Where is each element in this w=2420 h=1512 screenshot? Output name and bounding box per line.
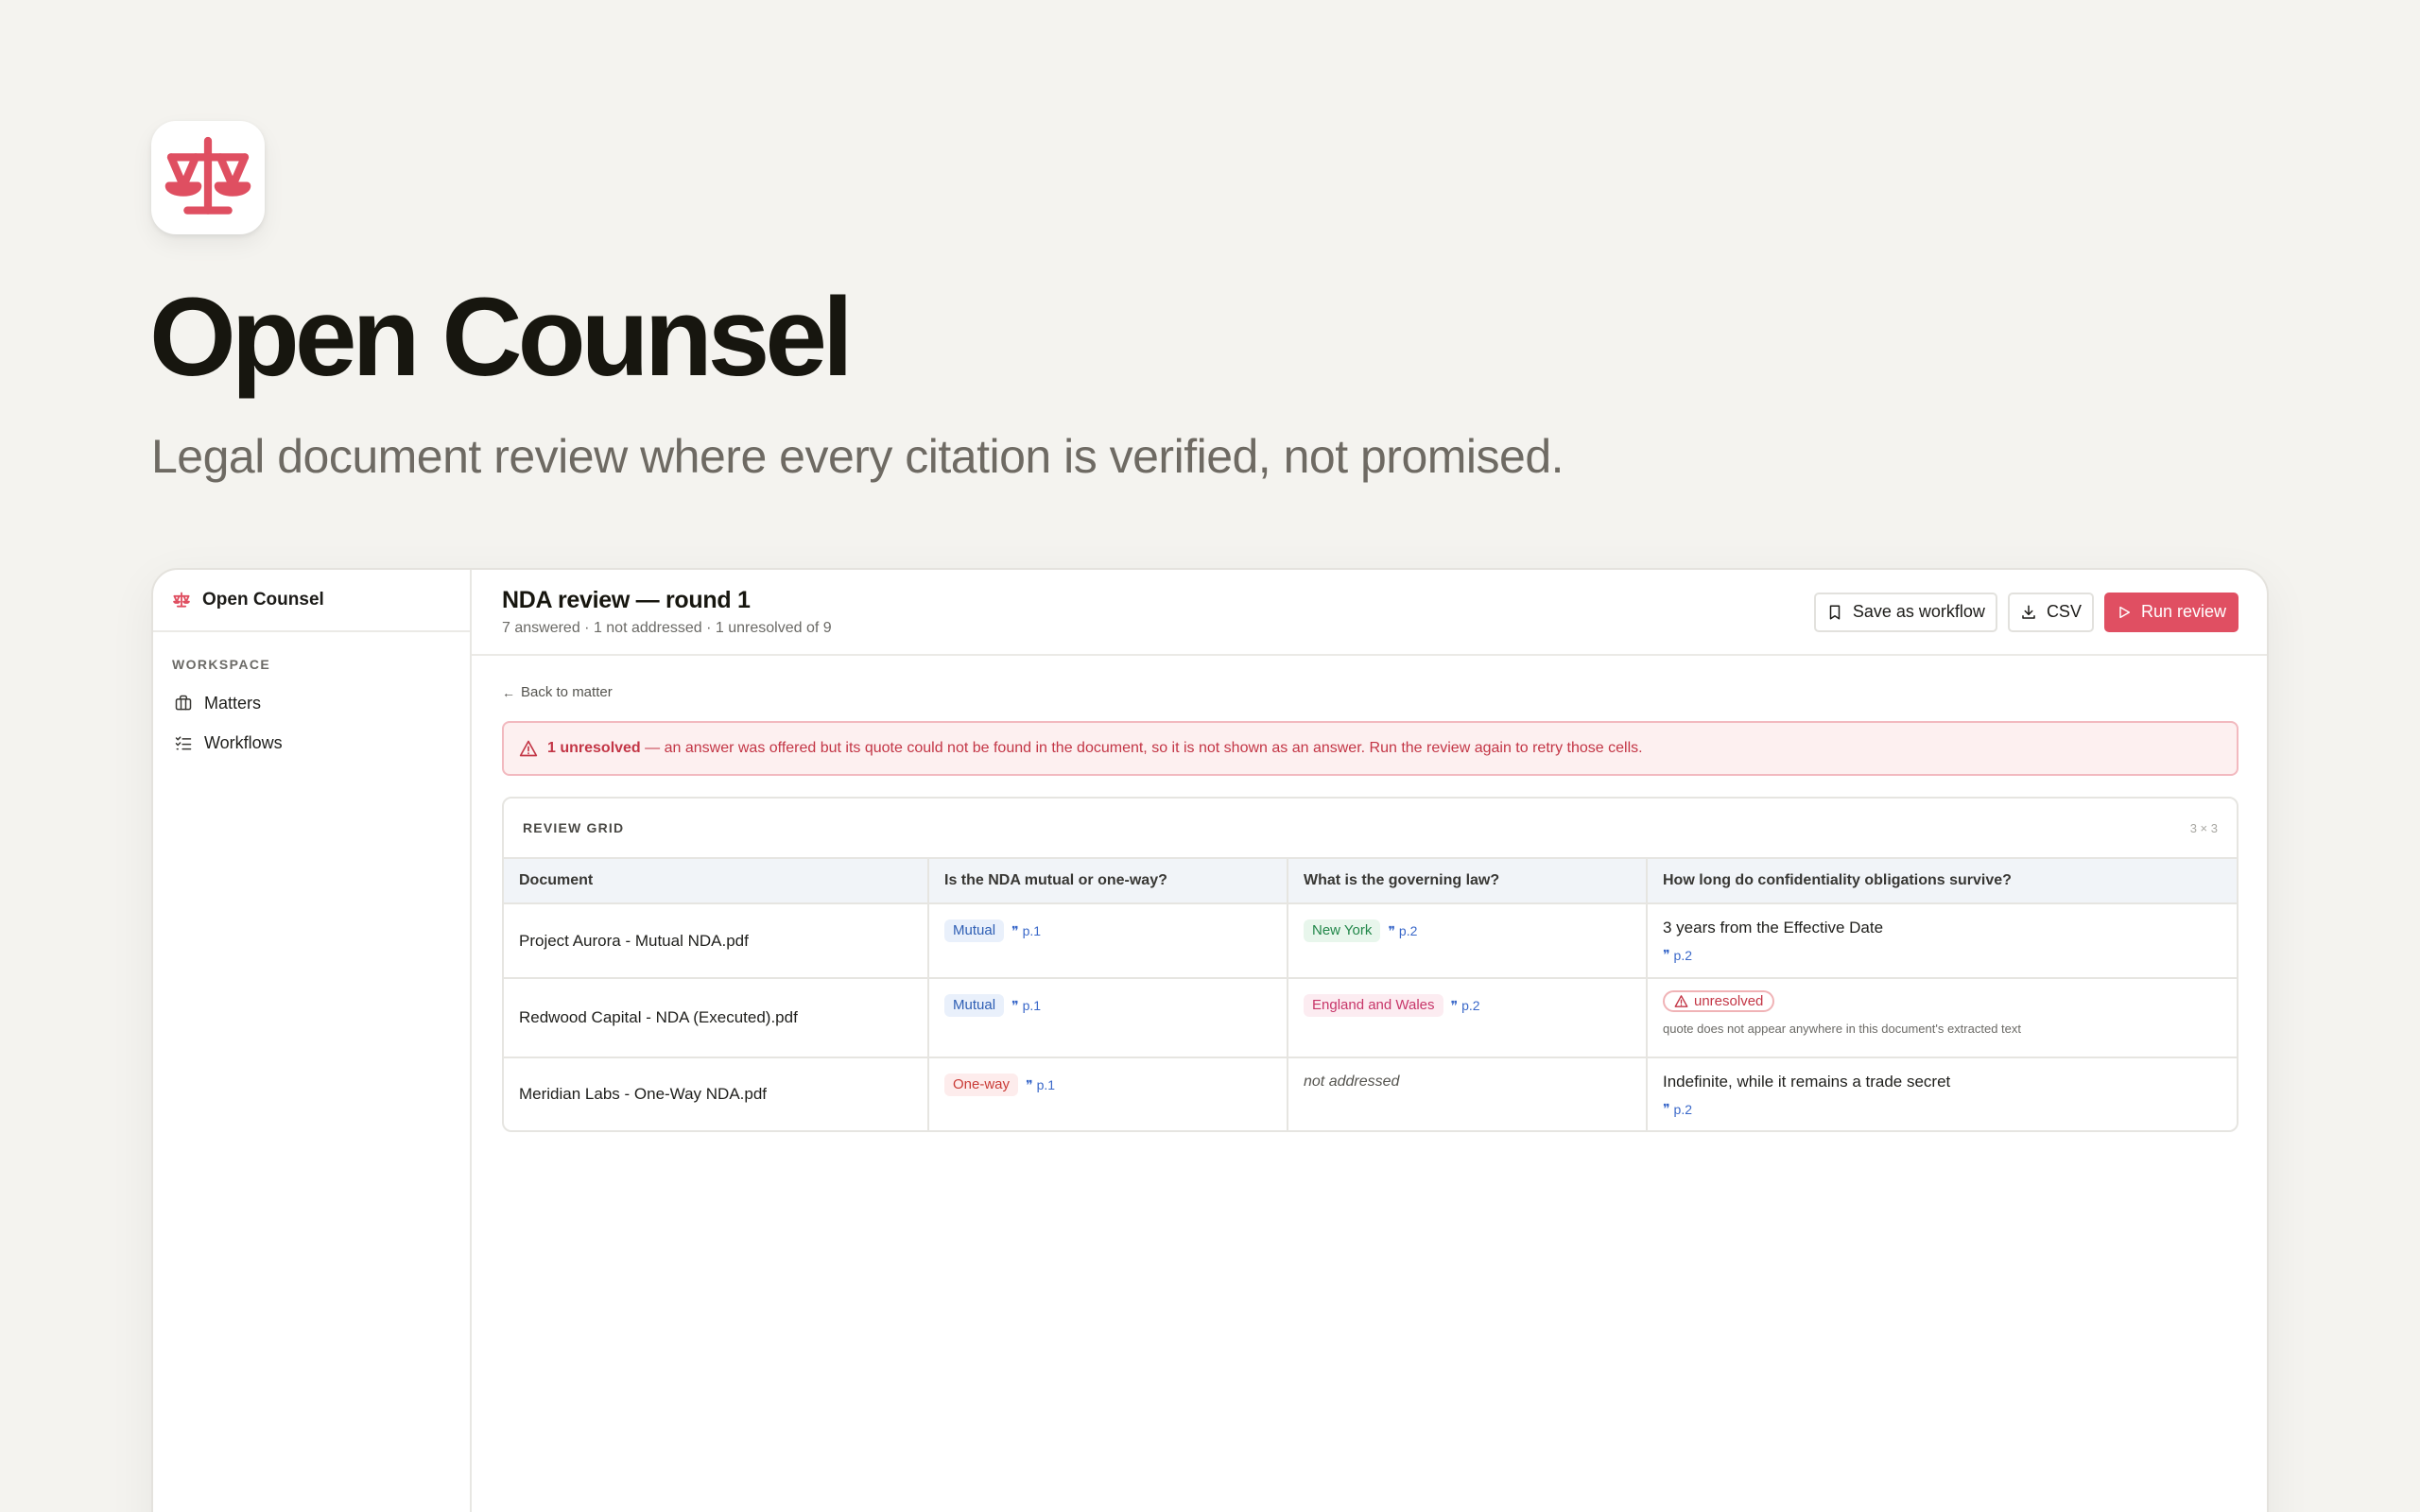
unresolved-alert: 1 unresolved — an answer was offered but… [502,721,2238,776]
page-title: NDA review — round 1 [502,587,751,613]
save-as-workflow-button[interactable]: Save as workflow [1813,592,1997,632]
checklist-icon [175,736,192,750]
citation-page: p.2 [1673,1101,1693,1117]
citation-link[interactable]: ❞ p.2 [1451,998,1480,1014]
citation-page: p.1 [1022,998,1042,1013]
answer-cell[interactable]: unresolved quote does not appear anywher… [1647,977,2237,1057]
arrow-left-icon: ← [502,684,515,700]
citation-link[interactable]: ❞ p.2 [1388,923,1417,939]
column-header-mutual: Is the NDA mutual or one-way? [928,857,1288,903]
unresolved-badge[interactable]: unresolved [1663,990,1775,1012]
citation-link[interactable]: ❞ p.1 [1011,923,1041,939]
sidebar-brand[interactable]: Open Counsel [153,570,470,632]
run-review-button[interactable]: Run review [2103,592,2238,632]
document-name-cell[interactable]: Meridian Labs - One-Way NDA.pdf [504,1057,929,1130]
sidebar: Open Counsel WORKSPACE Matters Workflows [153,570,472,1512]
csv-export-button[interactable]: CSV [2007,592,2094,632]
not-addressed-text: not addressed [1304,1074,1400,1090]
header-actions: Save as workflow CSV Run review [1813,592,2238,632]
answer-cell[interactable]: Mutual ❞ p.1 [928,902,1288,978]
back-to-matter-link[interactable]: ← Back to matter [502,684,2238,700]
answer-text: 3 years from the Effective Date [1663,919,1884,936]
unresolved-note: quote does not appear anywhere in this d… [1663,1022,2021,1036]
main-panel: NDA review — round 1 7 answered · 1 not … [472,570,2267,1512]
citation-page: p.2 [1461,998,1480,1013]
main-header: NDA review — round 1 7 answered · 1 not … [472,570,2267,656]
hero-title: Open Counsel [149,275,854,400]
bookmark-icon [1829,605,1841,619]
table-row: Meridian Labs - One-Way NDA.pdf One-way … [504,1057,2237,1130]
column-header-governing-law: What is the governing law? [1288,857,1648,903]
review-grid-table: Document Is the NDA mutual or one-way? W… [504,857,2237,1130]
alert-text: — an answer was offered but its quote co… [640,740,1643,756]
citation-link[interactable]: ❞ p.2 [1663,947,1692,963]
save-as-workflow-label: Save as workflow [1852,602,1985,621]
answer-tag: Mutual [944,994,1005,1017]
answer-cell[interactable]: Indefinite, while it remains a trade sec… [1647,1057,2237,1130]
sidebar-item-workflows[interactable]: Workflows [153,723,470,763]
review-grid-dims: 3 × 3 [2189,820,2218,835]
answer-tag: One-way [944,1074,1019,1096]
play-icon [2119,606,2131,618]
app-window: Open Counsel WORKSPACE Matters Workflows… [151,568,2269,1512]
table-row: Redwood Capital - NDA (Executed).pdf Mut… [504,977,2237,1057]
sidebar-brand-name: Open Counsel [202,590,324,610]
citation-page: p.2 [1398,923,1418,938]
csv-label: CSV [2046,602,2082,621]
citation-link[interactable]: ❞ p.1 [1011,998,1041,1014]
answer-tag: Mutual [944,919,1005,942]
sidebar-item-matters[interactable]: Matters [153,683,470,723]
answer-tag: England and Wales [1304,994,1443,1017]
citation-page: p.1 [1036,1077,1056,1092]
briefcase-icon [175,695,192,711]
hero-subtitle: Legal document review where every citati… [151,430,1564,483]
quote-icon: ❞ [1011,922,1019,938]
header-title-block: NDA review — round 1 7 answered · 1 not … [502,587,832,637]
sidebar-section-label: WORKSPACE [172,657,271,672]
answer-cell[interactable]: 3 years from the Effective Date ❞ p.2 [1647,902,2237,978]
quote-icon: ❞ [1011,997,1019,1013]
quote-icon: ❞ [1388,922,1395,938]
answer-cell[interactable]: One-way ❞ p.1 [928,1057,1288,1130]
alert-message: 1 unresolved — an answer was offered but… [547,740,1643,757]
document-name-cell[interactable]: Project Aurora - Mutual NDA.pdf [504,902,929,978]
app-logo [151,121,265,234]
review-grid-title: REVIEW GRID [523,820,625,835]
review-grid-header: REVIEW GRID 3 × 3 [504,799,2237,857]
sidebar-item-label: Workflows [204,732,283,752]
citation-link[interactable]: ❞ p.2 [1663,1101,1692,1117]
unresolved-label: unresolved [1694,993,1764,1009]
warning-icon [1674,995,1688,1007]
table-header-row: Document Is the NDA mutual or one-way? W… [504,857,2237,903]
warning-icon [519,740,538,757]
citation-link[interactable]: ❞ p.1 [1026,1077,1055,1093]
download-icon [2022,605,2035,619]
review-grid: REVIEW GRID 3 × 3 Document Is the NDA mu… [502,797,2238,1132]
back-link-label: Back to matter [521,684,613,700]
quote-icon: ❞ [1450,997,1459,1013]
alert-count: 1 unresolved [547,740,641,756]
column-header-document: Document [504,857,929,903]
answer-text: Indefinite, while it remains a trade sec… [1663,1073,1951,1091]
run-review-label: Run review [2140,602,2226,621]
citation-page: p.1 [1022,923,1042,938]
answer-cell[interactable]: New York ❞ p.2 [1288,902,1648,978]
answer-cell[interactable]: not addressed [1288,1057,1648,1130]
answer-cell[interactable]: England and Wales ❞ p.2 [1288,977,1648,1057]
sidebar-item-label: Matters [204,693,262,713]
scales-icon [164,136,251,215]
review-stats: 7 answered · 1 not addressed · 1 unresol… [502,620,832,636]
quote-icon: ❞ [1026,1076,1033,1092]
document-name-cell[interactable]: Redwood Capital - NDA (Executed).pdf [504,977,929,1057]
quote-icon: ❞ [1663,1101,1670,1116]
citation-page: p.2 [1673,947,1693,963]
sidebar-nav: Matters Workflows [153,683,470,763]
quote-icon: ❞ [1663,947,1670,962]
column-header-survival: How long do confidentiality obligations … [1647,857,2237,903]
table-row: Project Aurora - Mutual NDA.pdf Mutual ❞… [504,902,2237,978]
answer-cell[interactable]: Mutual ❞ p.1 [928,977,1288,1057]
answer-tag: New York [1304,919,1381,942]
scales-icon [173,592,190,608]
main-content: ← Back to matter 1 unresolved — an answe… [472,656,2267,1132]
